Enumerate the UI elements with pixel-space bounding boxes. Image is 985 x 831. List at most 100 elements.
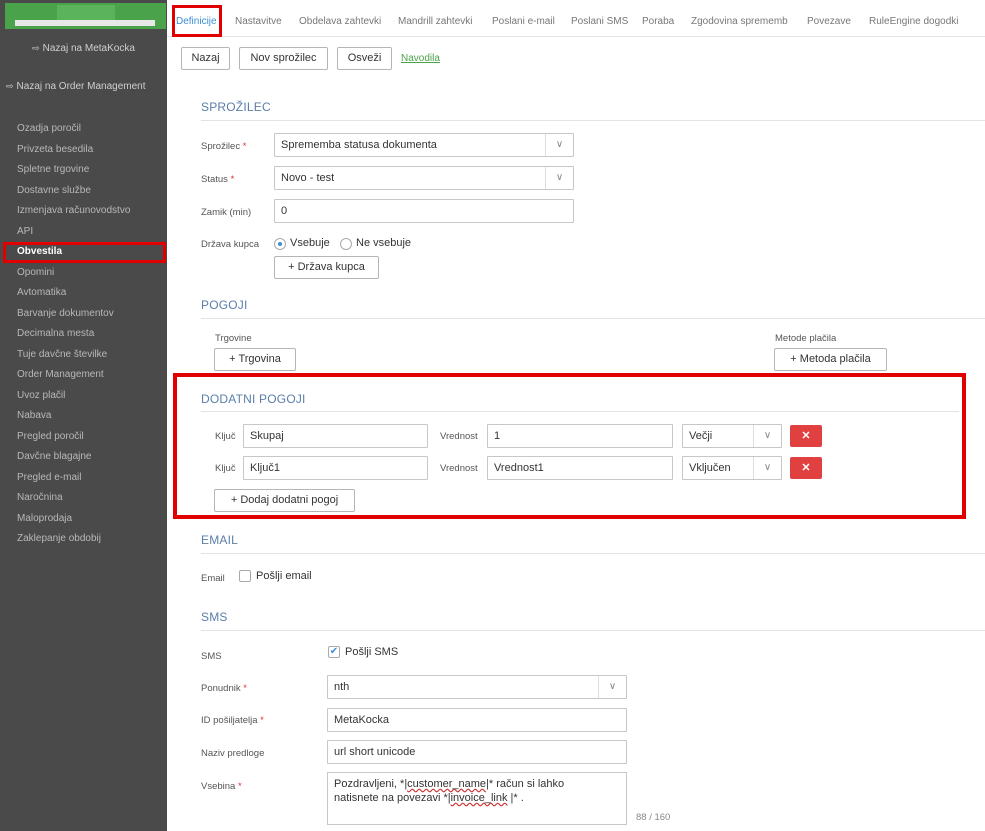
- provider-select[interactable]: nth ∨: [327, 675, 627, 699]
- sidebar-item-spletne-trgovine[interactable]: Spletne trgovine: [0, 160, 167, 181]
- add-country-button[interactable]: + Država kupca: [274, 256, 379, 279]
- sidebar-item-maloprodaja[interactable]: Maloprodaja: [0, 509, 167, 530]
- value-input[interactable]: 1: [487, 424, 673, 448]
- trigger-select-value: Sprememba statusa dokumenta: [281, 139, 437, 151]
- send-sms-checkbox[interactable]: ✔: [328, 646, 340, 658]
- sender-id-input[interactable]: MetaKocka: [327, 708, 627, 732]
- sender-id-label: ID pošiljatelja *: [201, 715, 264, 726]
- section-divider: [201, 411, 959, 412]
- extra-conditions-section-title: DODATNI POGOJI: [201, 392, 306, 406]
- sidebar-item-nabava[interactable]: Nabava: [0, 406, 167, 427]
- tab-bar: Definicije Nastavitve Obdelava zahtevki …: [167, 0, 985, 37]
- tab-poslani-sms[interactable]: Poslani SMS: [571, 16, 628, 27]
- exit-icon: ⇨: [32, 43, 40, 53]
- operator-select-value: Večji: [689, 430, 713, 442]
- sidebar-item-uvoz-placil[interactable]: Uvoz plačil: [0, 386, 167, 407]
- new-trigger-button[interactable]: Nov sprožilec: [239, 47, 328, 70]
- sidebar-item-tuje-davcne-stevilke[interactable]: Tuje davčne številke: [0, 345, 167, 366]
- shops-label: Trgovine: [215, 333, 252, 344]
- status-select-value: Novo - test: [281, 172, 335, 184]
- content-line-1: Pozdravljeni, *|customer_name|* račun si…: [334, 778, 565, 790]
- key-input[interactable]: Skupaj: [243, 424, 428, 448]
- back-button[interactable]: Nazaj: [181, 47, 230, 70]
- sidebar-item-avtomatika[interactable]: Avtomatika: [0, 283, 167, 304]
- sms-section-title: SMS: [201, 610, 228, 624]
- sidebar-item-pregled-e-mail[interactable]: Pregled e-mail: [0, 468, 167, 489]
- content-textarea[interactable]: Pozdravljeni, *|customer_name|* račun si…: [327, 772, 627, 825]
- sidebar-item-order-management[interactable]: Order Management: [0, 365, 167, 386]
- sidebar-item-opomini[interactable]: Opomini: [0, 263, 167, 284]
- key-label: Ključ: [215, 431, 236, 442]
- chevron-down-icon: ∨: [753, 457, 781, 479]
- delay-label: Zamik (min): [201, 207, 252, 218]
- sidebar-item-dostavne-sluzbe[interactable]: Dostavne službe: [0, 181, 167, 202]
- add-shop-label: Trgovina: [238, 353, 281, 365]
- send-email-checkbox[interactable]: [239, 570, 251, 582]
- sidebar-item-ozadja-porocil[interactable]: Ozadja poročil: [0, 119, 167, 140]
- back-to-metakocka-link[interactable]: ⇨ Nazaj na MetaKocka: [0, 43, 167, 54]
- template-name-input[interactable]: url short unicode: [327, 740, 627, 764]
- delete-condition-button[interactable]: ✕: [790, 425, 822, 447]
- tab-definicije[interactable]: Definicije: [176, 16, 217, 27]
- sidebar-item-api[interactable]: API: [0, 222, 167, 243]
- tab-poslani-email[interactable]: Poslani e-mail: [492, 16, 555, 27]
- delete-condition-button[interactable]: ✕: [790, 457, 822, 479]
- sms-label: SMS: [201, 651, 222, 662]
- status-select[interactable]: Novo - test ∨: [274, 166, 574, 190]
- sidebar-item-zaklepanje-obdobij[interactable]: Zaklepanje obdobij: [0, 529, 167, 550]
- add-payment-method-button[interactable]: + Metoda plačila: [774, 348, 887, 371]
- tab-mandrill-zahtevki[interactable]: Mandrill zahtevki: [398, 16, 472, 27]
- sidebar-item-barvanje-dokumentov[interactable]: Barvanje dokumentov: [0, 304, 167, 325]
- sidebar-nav: Ozadja poročil Privzeta besedila Spletne…: [0, 119, 167, 550]
- sidebar-item-pregled-porocil[interactable]: Pregled poročil: [0, 427, 167, 448]
- add-extra-condition-button[interactable]: + Dodaj dodatni pogoj: [214, 489, 355, 512]
- chevron-down-icon: ∨: [598, 676, 626, 698]
- payment-methods-label: Metode plačila: [775, 333, 837, 344]
- sidebar-item-narocnina[interactable]: Naročnina: [0, 488, 167, 509]
- sidebar-item-obvestila[interactable]: Obvestila: [3, 242, 166, 263]
- sidebar-item-decimalna-mesta[interactable]: Decimalna mesta: [0, 324, 167, 345]
- tab-nastavitve[interactable]: Nastavitve: [235, 16, 282, 27]
- tab-ruleengine-dogodki[interactable]: RuleEngine dogodki: [869, 16, 959, 27]
- back-to-order-management-link[interactable]: ⇨ Nazaj na Order Management: [0, 81, 167, 92]
- sidebar-item-davcne-blagajne[interactable]: Davčne blagajne: [0, 447, 167, 468]
- add-shop-button[interactable]: + Trgovina: [214, 348, 296, 371]
- plus-icon: +: [229, 353, 236, 365]
- status-label: Status *: [201, 174, 235, 185]
- not-contains-radio[interactable]: [340, 238, 352, 250]
- provider-select-value: nth: [334, 681, 350, 693]
- logo-mark: [57, 5, 115, 20]
- contains-radio[interactable]: [274, 238, 286, 250]
- section-divider: [201, 630, 985, 631]
- add-extra-condition-label: Dodaj dodatni pogoj: [240, 494, 339, 506]
- content-line-2: natisnete na povezavi *|invoice_link |* …: [334, 792, 524, 804]
- trigger-select[interactable]: Sprememba statusa dokumenta ∨: [274, 133, 574, 157]
- sidebar-item-izmenjava-racunovodstvo[interactable]: Izmenjava računovodstvo: [0, 201, 167, 222]
- plus-icon: +: [288, 261, 295, 273]
- operator-select[interactable]: Večji ∨: [682, 424, 782, 448]
- tab-poraba[interactable]: Poraba: [642, 16, 674, 27]
- content-label: Vsebina *: [201, 781, 242, 792]
- tab-obdelava-zahtevki[interactable]: Obdelava zahtevki: [299, 16, 381, 27]
- sidebar-item-privzeta-besedila[interactable]: Privzeta besedila: [0, 140, 167, 161]
- operator-select[interactable]: Vključen ∨: [682, 456, 782, 480]
- key-input[interactable]: Ključ1: [243, 456, 428, 480]
- refresh-button[interactable]: Osveži: [337, 47, 392, 70]
- section-divider: [201, 553, 985, 554]
- operator-select-value: Vključen: [689, 462, 731, 474]
- send-email-label: Pošlji email: [256, 570, 312, 582]
- character-counter: 88 / 160: [636, 812, 671, 823]
- close-icon: ✕: [801, 430, 811, 442]
- plus-icon: +: [790, 353, 797, 365]
- instructions-link[interactable]: Navodila: [401, 53, 440, 64]
- sidebar: ⇨ Nazaj na MetaKocka ⇨ Nazaj na Order Mana…: [0, 0, 167, 831]
- trigger-section-title: SPROŽILEC: [201, 100, 271, 114]
- tab-povezave[interactable]: Povezave: [807, 16, 851, 27]
- back-to-metakocka-label: Nazaj na MetaKocka: [42, 43, 135, 54]
- delay-input[interactable]: 0: [274, 199, 574, 223]
- exit-icon: ⇨: [6, 81, 14, 91]
- logo[interactable]: [5, 3, 166, 29]
- country-label: Država kupca: [201, 239, 260, 250]
- tab-zgodovina-sprememb[interactable]: Zgodovina sprememb: [691, 16, 788, 27]
- value-input[interactable]: Vrednost1: [487, 456, 673, 480]
